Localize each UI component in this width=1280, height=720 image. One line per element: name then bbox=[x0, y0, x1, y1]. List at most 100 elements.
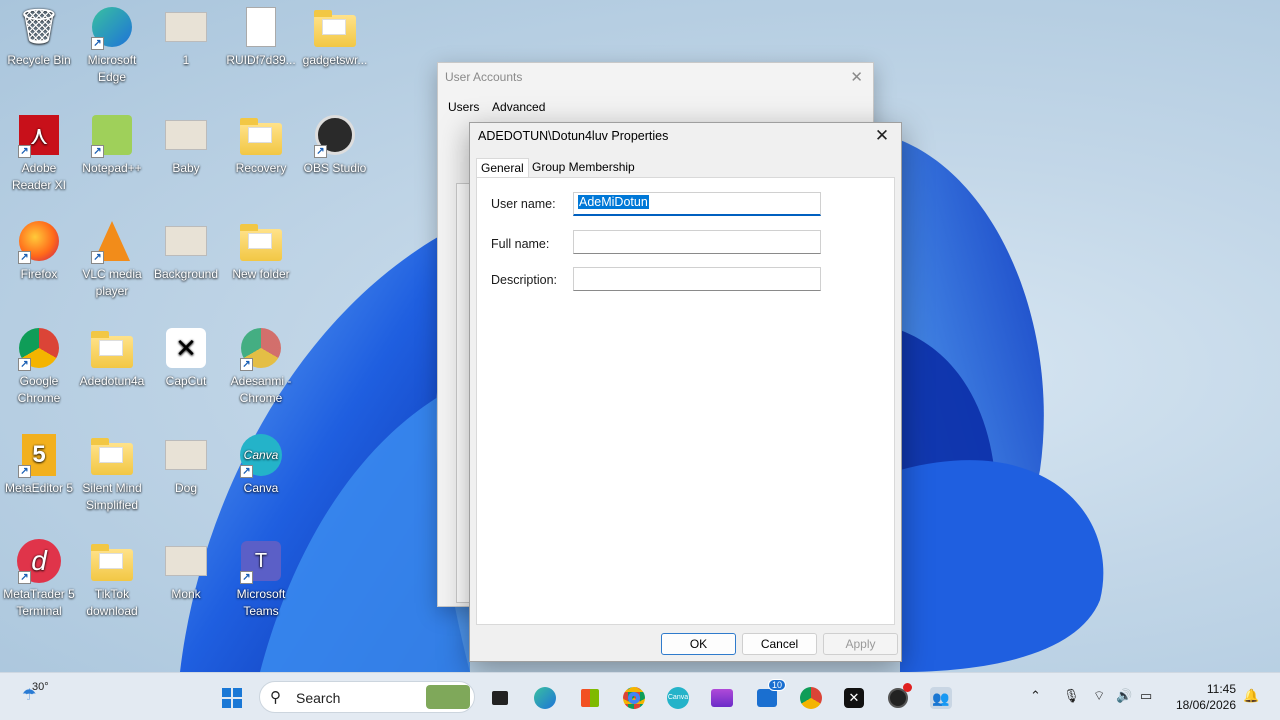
full-name-label: Full name: bbox=[491, 237, 550, 251]
desktop-icon-adobe-reader-xi[interactable]: ⋏ ↗ Adobe Reader XI bbox=[2, 112, 76, 194]
canva-taskbar-icon[interactable]: Canva bbox=[665, 685, 691, 711]
tab-group-membership[interactable]: Group Membership bbox=[528, 158, 639, 176]
desktop-icon-label: Baby bbox=[172, 161, 200, 175]
user-accounts-taskbar-icon[interactable]: 👥 bbox=[928, 685, 954, 711]
full-name-field[interactable] bbox=[573, 230, 821, 254]
folder-icon bbox=[238, 112, 284, 158]
desktop-icon-label: Microsoft Teams bbox=[236, 587, 286, 618]
task-view-icon[interactable] bbox=[487, 685, 513, 711]
desktop-icon-label: Dog bbox=[174, 481, 197, 495]
desktop-icon-adedotun4a[interactable]: Adedotun4a bbox=[75, 325, 149, 390]
desktop-icon-label: Microsoft Edge bbox=[87, 53, 137, 84]
desktop-icon-gadgetswr[interactable]: gadgetswr... bbox=[298, 4, 372, 69]
shortcut-arrow-icon: ↗ bbox=[314, 145, 327, 158]
desktop-icon-label: Firefox bbox=[20, 267, 58, 281]
desktop-icon-notepad[interactable]: ↗ Notepad++ bbox=[75, 112, 149, 177]
chrome-taskbar-icon[interactable] bbox=[621, 685, 647, 711]
desktop-icon-label: MetaEditor 5 bbox=[4, 481, 74, 495]
folder-icon bbox=[89, 325, 135, 371]
desktop-icon-microsoft-teams[interactable]: T ↗ Microsoft Teams bbox=[224, 538, 298, 620]
desktop-icon-label: Silent Mind Simplified bbox=[82, 481, 142, 512]
notepad-plus-plus-icon: ↗ bbox=[89, 112, 135, 158]
edge-taskbar-icon[interactable] bbox=[532, 685, 558, 711]
search-highlight-icon bbox=[426, 685, 470, 709]
desktop-icon-adesanmi-chrome[interactable]: ↗ Adesanmi - Chrome bbox=[224, 325, 298, 407]
chrome-profile-icon: ↗ bbox=[238, 325, 284, 371]
desktop-icon-label: Monk bbox=[171, 587, 201, 601]
tab-users[interactable]: Users bbox=[448, 100, 479, 114]
chevron-up-icon[interactable]: ⌃ bbox=[1030, 688, 1041, 704]
folder-icon bbox=[89, 538, 135, 584]
capcut-taskbar-icon[interactable]: ✕ bbox=[841, 685, 867, 711]
capcut-icon: ✕ bbox=[163, 325, 209, 371]
description-field[interactable] bbox=[573, 267, 821, 291]
desktop-icon-metatrader-5-terminal[interactable]: d ↗ MetaTrader 5 Terminal bbox=[2, 538, 76, 620]
desktop-icon-tiktok-download[interactable]: TikTok download bbox=[75, 538, 149, 620]
start-button[interactable] bbox=[219, 685, 245, 711]
clock[interactable]: 11:45 18/06/2026 bbox=[1176, 681, 1236, 713]
desktop-icon-vlc-media-player[interactable]: ↗ VLC media player bbox=[75, 218, 149, 300]
shortcut-arrow-icon: ↗ bbox=[91, 145, 104, 158]
desktop-icon-recycle-bin[interactable]: 🗑 Recycle Bin bbox=[2, 4, 76, 69]
image-file-icon bbox=[163, 538, 209, 584]
desktop-icon-label: Adedotun4a bbox=[79, 374, 145, 388]
desktop-icon-silent-mind-simplified[interactable]: Silent Mind Simplified bbox=[75, 432, 149, 514]
clipchamp-icon[interactable] bbox=[709, 685, 735, 711]
notification-bell-icon[interactable]: 🔔 bbox=[1243, 688, 1259, 704]
desktop-icon-label: Background bbox=[153, 267, 219, 281]
badge-count: 10 bbox=[768, 679, 787, 691]
desktop-icon-google-chrome[interactable]: ↗ Google Chrome bbox=[2, 325, 76, 407]
obs-taskbar-icon[interactable] bbox=[885, 683, 912, 711]
desktop-icon-label: CapCut bbox=[165, 374, 207, 388]
shortcut-arrow-icon: ↗ bbox=[240, 571, 253, 584]
desktop-icon-label: Canva bbox=[243, 481, 279, 495]
user-name-field[interactable]: AdeMiDotun bbox=[573, 192, 821, 216]
properties-dialog: ADEDOTUN\Dotun4luv Properties ✕ General … bbox=[469, 122, 902, 662]
desktop-icon-canva[interactable]: Canva ↗ Canva bbox=[224, 432, 298, 497]
desktop-icon-recovery[interactable]: Recovery bbox=[224, 112, 298, 177]
battery-icon[interactable]: ▭ bbox=[1140, 688, 1152, 704]
desktop-icon-baby[interactable]: Baby bbox=[149, 112, 223, 177]
tab-general[interactable]: General bbox=[476, 158, 529, 179]
desktop-icon-ruidf7d39[interactable]: RUIDf7d39... bbox=[224, 4, 298, 69]
desktop-icon-monk[interactable]: Monk bbox=[149, 538, 223, 603]
recycle-bin-icon: 🗑 bbox=[17, 7, 61, 46]
shortcut-arrow-icon: ↗ bbox=[240, 465, 253, 478]
desktop-icon-label: TikTok download bbox=[86, 587, 138, 618]
folder-icon bbox=[312, 4, 358, 50]
microphone-icon[interactable]: 🎙 bbox=[1063, 688, 1080, 704]
user-name-label: User name: bbox=[491, 197, 556, 211]
edge-icon: ↗ bbox=[89, 4, 135, 50]
desktop-icon-label: New folder bbox=[232, 267, 290, 281]
wifi-icon[interactable]: ⌔ bbox=[1093, 688, 1105, 704]
desktop-icon-background[interactable]: Background bbox=[149, 218, 223, 283]
desktop-icon-metaeditor-5[interactable]: 5 ↗ MetaEditor 5 bbox=[2, 432, 76, 497]
close-icon[interactable]: ✕ bbox=[850, 68, 863, 86]
mail-icon[interactable]: 10 bbox=[754, 679, 787, 711]
speaker-icon[interactable]: 🔊 bbox=[1116, 688, 1132, 704]
search-box[interactable]: ⚲ Search bbox=[259, 681, 475, 713]
chrome-profile-taskbar-icon[interactable] bbox=[798, 685, 824, 711]
desktop-icon-dog[interactable]: Dog bbox=[149, 432, 223, 497]
desktop-icon-microsoft-edge[interactable]: ↗ Microsoft Edge bbox=[75, 4, 149, 86]
desktop-icon-obs-studio[interactable]: ↗ OBS Studio bbox=[298, 112, 372, 177]
obs-icon: ↗ bbox=[312, 112, 358, 158]
desktop-icon-label: RUIDf7d39... bbox=[226, 53, 296, 67]
user-accounts-title: User Accounts bbox=[445, 70, 523, 84]
desktop-icon-new-folder[interactable]: New folder bbox=[224, 218, 298, 283]
shortcut-arrow-icon: ↗ bbox=[240, 358, 253, 371]
apply-button[interactable]: Apply bbox=[823, 633, 898, 655]
desktop-icon-label: Adobe Reader XI bbox=[11, 161, 67, 192]
windows-icon bbox=[222, 688, 242, 708]
desktop-icon-capcut[interactable]: ✕ CapCut bbox=[149, 325, 223, 390]
desktop-icon-firefox[interactable]: ↗ Firefox bbox=[2, 218, 76, 283]
tab-advanced[interactable]: Advanced bbox=[492, 100, 545, 114]
ok-button[interactable]: OK bbox=[661, 633, 736, 655]
close-icon[interactable]: ✕ bbox=[871, 126, 893, 146]
store-icon[interactable] bbox=[577, 685, 603, 711]
metaeditor-icon: 5 ↗ bbox=[16, 432, 62, 478]
desktop-icon-1[interactable]: 1 bbox=[149, 4, 223, 69]
clock-date: 18/06/2026 bbox=[1175, 698, 1236, 712]
shortcut-arrow-icon: ↗ bbox=[18, 358, 31, 371]
cancel-button[interactable]: Cancel bbox=[742, 633, 817, 655]
